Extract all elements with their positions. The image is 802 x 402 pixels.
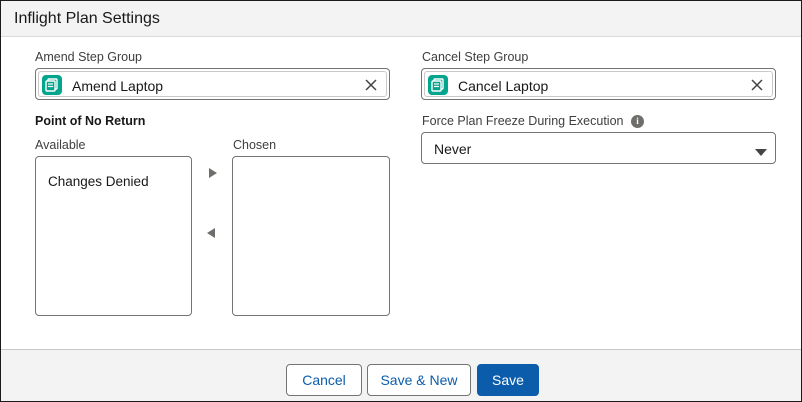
amend-step-group-label: Amend Step Group [35, 50, 143, 64]
save-and-new-button[interactable]: Save & New [367, 364, 471, 396]
modal-header: Inflight Plan Settings [1, 1, 801, 37]
chosen-label: Chosen [233, 138, 277, 152]
close-icon[interactable] [362, 76, 380, 94]
amend-step-group-lookup[interactable]: Amend Laptop [35, 68, 390, 100]
caret-left-icon [207, 228, 215, 238]
cancel-step-group-label: Cancel Step Group [422, 50, 529, 64]
page-title: Inflight Plan Settings [14, 10, 160, 27]
close-icon[interactable] [748, 76, 766, 94]
move-to-chosen-button[interactable] [206, 166, 220, 180]
info-icon[interactable]: i [631, 115, 644, 128]
cancel-button[interactable]: Cancel [286, 364, 362, 396]
save-button[interactable]: Save [477, 364, 539, 396]
cancel-step-group-lookup[interactable]: Cancel Laptop [421, 68, 776, 100]
available-label: Available [35, 138, 86, 152]
step-group-icon [42, 75, 62, 95]
modal-footer: Cancel Save & New Save [1, 349, 801, 401]
force-plan-freeze-value: Never [434, 141, 472, 157]
force-plan-freeze-select[interactable]: Never [421, 132, 776, 164]
force-plan-freeze-label: Force Plan Freeze During Execution [422, 114, 624, 128]
list-item[interactable]: Changes Denied [48, 174, 149, 189]
modal: Inflight Plan Settings Amend Step Group … [0, 0, 802, 402]
move-to-available-button[interactable] [204, 226, 218, 240]
chosen-listbox[interactable] [232, 156, 390, 316]
chevron-down-icon [755, 144, 767, 156]
point-of-no-return-title: Point of No Return [35, 114, 146, 128]
caret-right-icon [209, 168, 217, 178]
available-listbox[interactable]: Changes Denied [35, 156, 192, 316]
step-group-icon [428, 75, 448, 95]
amend-step-group-value: Amend Laptop [72, 78, 164, 94]
cancel-step-group-value: Cancel Laptop [458, 78, 549, 94]
